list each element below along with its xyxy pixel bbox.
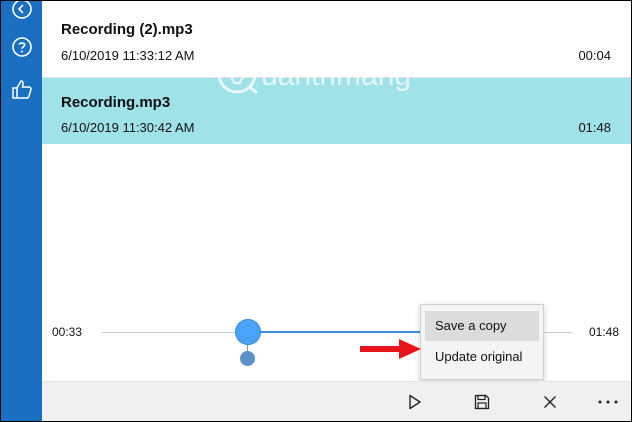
current-time: 00:33 [52, 325, 83, 339]
total-time: 01:48 [588, 325, 619, 339]
more-button[interactable] [588, 382, 628, 421]
recording-date: 6/10/2019 11:33:12 AM [61, 48, 195, 63]
help-icon [11, 37, 32, 57]
sidebar [1, 1, 42, 421]
help-button[interactable] [1, 29, 42, 65]
recording-date: 6/10/2019 11:30:42 AM [61, 120, 195, 135]
play-icon [409, 394, 421, 410]
save-button[interactable] [462, 382, 502, 421]
context-menu: Save a copy Update original [420, 304, 544, 380]
marker-handle[interactable] [240, 351, 255, 366]
recording-duration: 00:04 [578, 48, 611, 63]
list-item-selected[interactable]: Recording.mp3 6/10/2019 11:30:42 AM 01:4… [42, 78, 631, 144]
red-arrow-annotation [360, 339, 421, 359]
play-button[interactable] [395, 382, 435, 421]
close-icon [544, 396, 556, 408]
menu-item-save-a-copy[interactable]: Save a copy [425, 311, 539, 341]
feedback-button[interactable] [1, 71, 42, 107]
seek-track-played [247, 331, 427, 333]
feedback-icon [11, 80, 32, 99]
voice-recorder-window: Recording (2).mp3 6/10/2019 11:33:12 AM … [0, 0, 632, 422]
recording-duration: 01:48 [578, 120, 611, 135]
recording-name: Recording.mp3 [61, 94, 171, 111]
back-icon [11, 1, 32, 19]
save-icon [474, 394, 490, 410]
back-button[interactable] [1, 1, 42, 27]
bottom-toolbar [42, 381, 631, 421]
recording-name: Recording (2).mp3 [61, 21, 193, 38]
recording-list: Recording (2).mp3 6/10/2019 11:33:12 AM … [42, 1, 631, 144]
more-icon [598, 400, 618, 404]
discard-button[interactable] [530, 382, 570, 421]
menu-item-update-original[interactable]: Update original [425, 342, 539, 372]
seek-slider-thumb[interactable] [235, 319, 261, 345]
list-item[interactable]: Recording (2).mp3 6/10/2019 11:33:12 AM … [42, 1, 631, 78]
